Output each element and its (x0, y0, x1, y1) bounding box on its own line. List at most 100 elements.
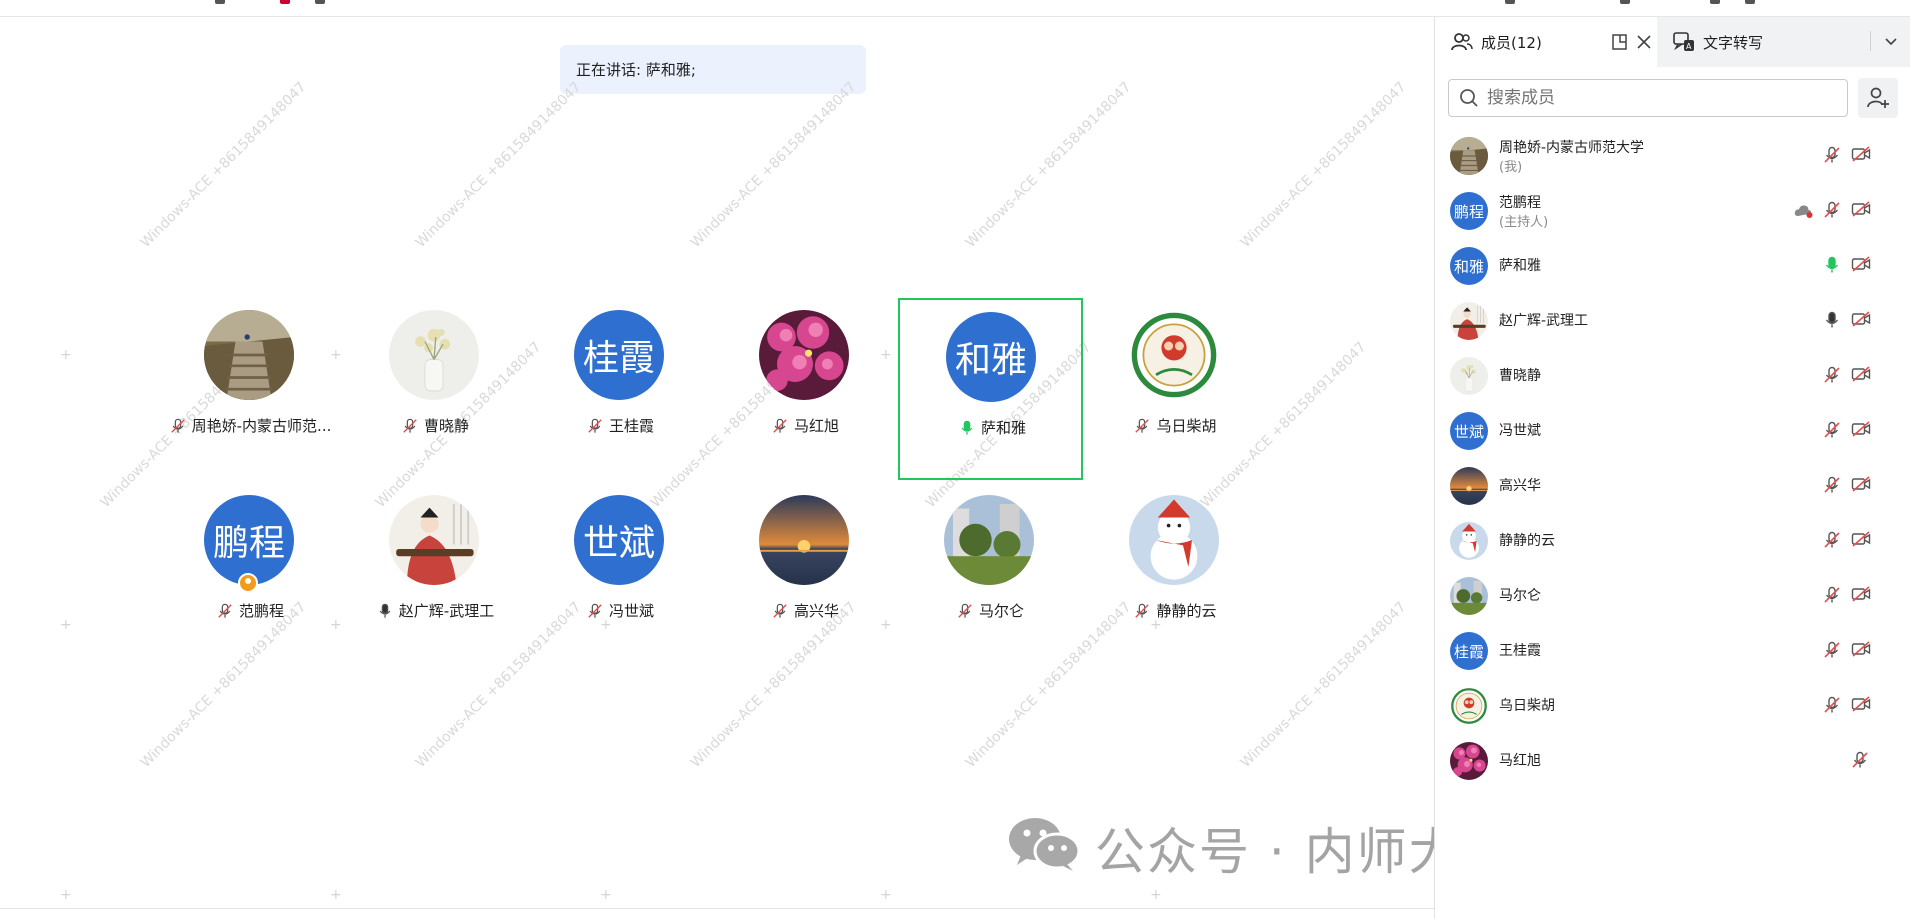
member-camera[interactable] (1851, 146, 1871, 166)
member-camera[interactable] (1851, 201, 1871, 221)
watermark-mark: + (880, 887, 892, 903)
participant-name-row: 马红旭 (713, 415, 898, 436)
mic-muted-icon (1824, 146, 1840, 163)
wechat-logo-icon (1009, 818, 1081, 871)
participant-tile[interactable]: 和雅 萨和雅 (898, 298, 1083, 480)
add-user-icon (1867, 87, 1889, 108)
avatar (1450, 302, 1488, 340)
invite-member-button[interactable] (1858, 78, 1898, 118)
member-name: 曹晓静 (1499, 368, 1541, 384)
member-camera[interactable] (1851, 366, 1871, 386)
participant-tile[interactable]: 鹏程 范鹏程 (158, 483, 343, 665)
participant-name: 冯世斌 (608, 602, 654, 620)
camera-off-icon (1851, 696, 1871, 712)
participant-tile[interactable]: 桂霞 王桂霞 (528, 298, 713, 480)
avatar-photo (389, 495, 479, 585)
participant-name: 赵广辉-武理工 (398, 602, 495, 620)
participant-name: 周艳娇-内蒙古师范... (191, 417, 332, 435)
member-row[interactable]: 马红旭 (1435, 733, 1910, 788)
member-mic[interactable] (1823, 641, 1841, 663)
watermark-text: Windows-ACE +8615849148047 (962, 79, 1135, 251)
member-row[interactable]: 世斌 冯世斌 (1435, 403, 1910, 458)
cloud-recording-icon (1794, 205, 1813, 218)
member-mic[interactable] (1823, 586, 1841, 608)
popout-icon[interactable] (1611, 33, 1629, 51)
members-icon (1451, 33, 1473, 51)
member-camera[interactable] (1851, 256, 1871, 276)
avatar: 和雅 (946, 312, 1036, 402)
search-input[interactable] (1487, 88, 1827, 108)
participant-name-row: 冯世斌 (528, 600, 713, 621)
member-row[interactable]: 曹晓静 (1435, 348, 1910, 403)
member-name: 冯世斌 (1499, 423, 1541, 439)
participant-tile[interactable]: 乌日柴胡 (1083, 298, 1268, 480)
avatar-photo (944, 495, 1034, 585)
avatar (1450, 522, 1488, 560)
tab-transcript[interactable]: A 文字转写 (1657, 17, 1910, 67)
member-row[interactable]: 和雅 萨和雅 (1435, 238, 1910, 293)
participant-tile[interactable]: 曹晓静 (343, 298, 528, 480)
member-camera[interactable] (1851, 641, 1871, 661)
panel-tabs: 成员(12) A 文字转写 (1435, 17, 1910, 67)
member-mic[interactable] (1823, 146, 1841, 168)
member-mic[interactable] (1823, 696, 1841, 718)
participant-tile[interactable]: 静静的云 (1083, 483, 1268, 665)
member-camera[interactable] (1851, 531, 1871, 551)
mic-muted-icon (218, 603, 232, 618)
participant-name: 静静的云 (1156, 602, 1217, 620)
participant-tile[interactable]: 赵广辉-武理工 (343, 483, 528, 665)
speaking-indicator: 正在讲话: 萨和雅; (560, 45, 866, 94)
member-camera[interactable] (1851, 311, 1871, 331)
member-mic[interactable] (1823, 201, 1841, 223)
member-camera[interactable] (1851, 751, 1869, 773)
member-row[interactable]: 周艳娇-内蒙古师范大学 (我) (1435, 128, 1910, 183)
member-camera[interactable] (1851, 476, 1871, 496)
participant-name-row: 范鹏程 (158, 600, 343, 621)
mic-muted-icon (588, 603, 602, 618)
avatar-photo (1450, 577, 1488, 615)
toolbar-fragment (1620, 0, 1630, 4)
member-camera[interactable] (1851, 696, 1871, 716)
participant-name-row: 曹晓静 (343, 415, 528, 436)
member-row[interactable]: 乌日柴胡 (1435, 678, 1910, 733)
avatar (204, 310, 294, 400)
participant-tile[interactable]: 马红旭 (713, 298, 898, 480)
avatar-photo (1450, 467, 1488, 505)
member-mic[interactable] (1823, 366, 1841, 388)
member-camera[interactable] (1851, 421, 1871, 441)
member-row[interactable]: 赵广辉-武理工 (1435, 293, 1910, 348)
avatar: 和雅 (1450, 247, 1488, 285)
avatar-photo (759, 495, 849, 585)
watermark-mark: + (60, 617, 72, 633)
participant-name-row: 高兴华 (713, 600, 898, 621)
camera-off-icon (1851, 421, 1871, 437)
member-row[interactable]: 马尔仑 (1435, 568, 1910, 623)
avatar-photo (1129, 310, 1219, 400)
close-icon[interactable] (1635, 33, 1653, 51)
participant-name: 乌日柴胡 (1156, 417, 1217, 435)
member-mic[interactable] (1823, 476, 1841, 498)
participant-tile[interactable]: 周艳娇-内蒙古师范... (158, 298, 343, 480)
participant-tile[interactable]: 马尔仑 (898, 483, 1083, 665)
member-name: 马尔仑 (1499, 588, 1541, 604)
member-name: 范鹏程 (1499, 195, 1541, 211)
toolbar-fragment (1745, 0, 1755, 4)
member-mic[interactable] (1823, 421, 1841, 443)
member-row[interactable]: 桂霞 王桂霞 (1435, 623, 1910, 678)
search-icon (1460, 89, 1478, 107)
transcript-icon: A (1673, 32, 1694, 51)
member-mic[interactable] (1823, 256, 1841, 278)
member-row[interactable]: 鹏程 范鹏程 (主持人) (1435, 183, 1910, 238)
member-search[interactable] (1448, 79, 1848, 117)
member-row[interactable]: 静静的云 (1435, 513, 1910, 568)
member-mic[interactable] (1823, 531, 1841, 553)
member-mic[interactable] (1823, 311, 1841, 333)
watermark-text: Windows-ACE +8615849148047 (412, 79, 585, 251)
member-camera[interactable] (1851, 586, 1871, 606)
participant-tile[interactable]: 高兴华 (713, 483, 898, 665)
mic-muted-icon (1824, 531, 1840, 548)
participant-tile[interactable]: 世斌 冯世斌 (528, 483, 713, 665)
chevron-down-icon[interactable] (1883, 33, 1899, 49)
toolbar-fragment (1710, 0, 1720, 4)
member-row[interactable]: 高兴华 (1435, 458, 1910, 513)
